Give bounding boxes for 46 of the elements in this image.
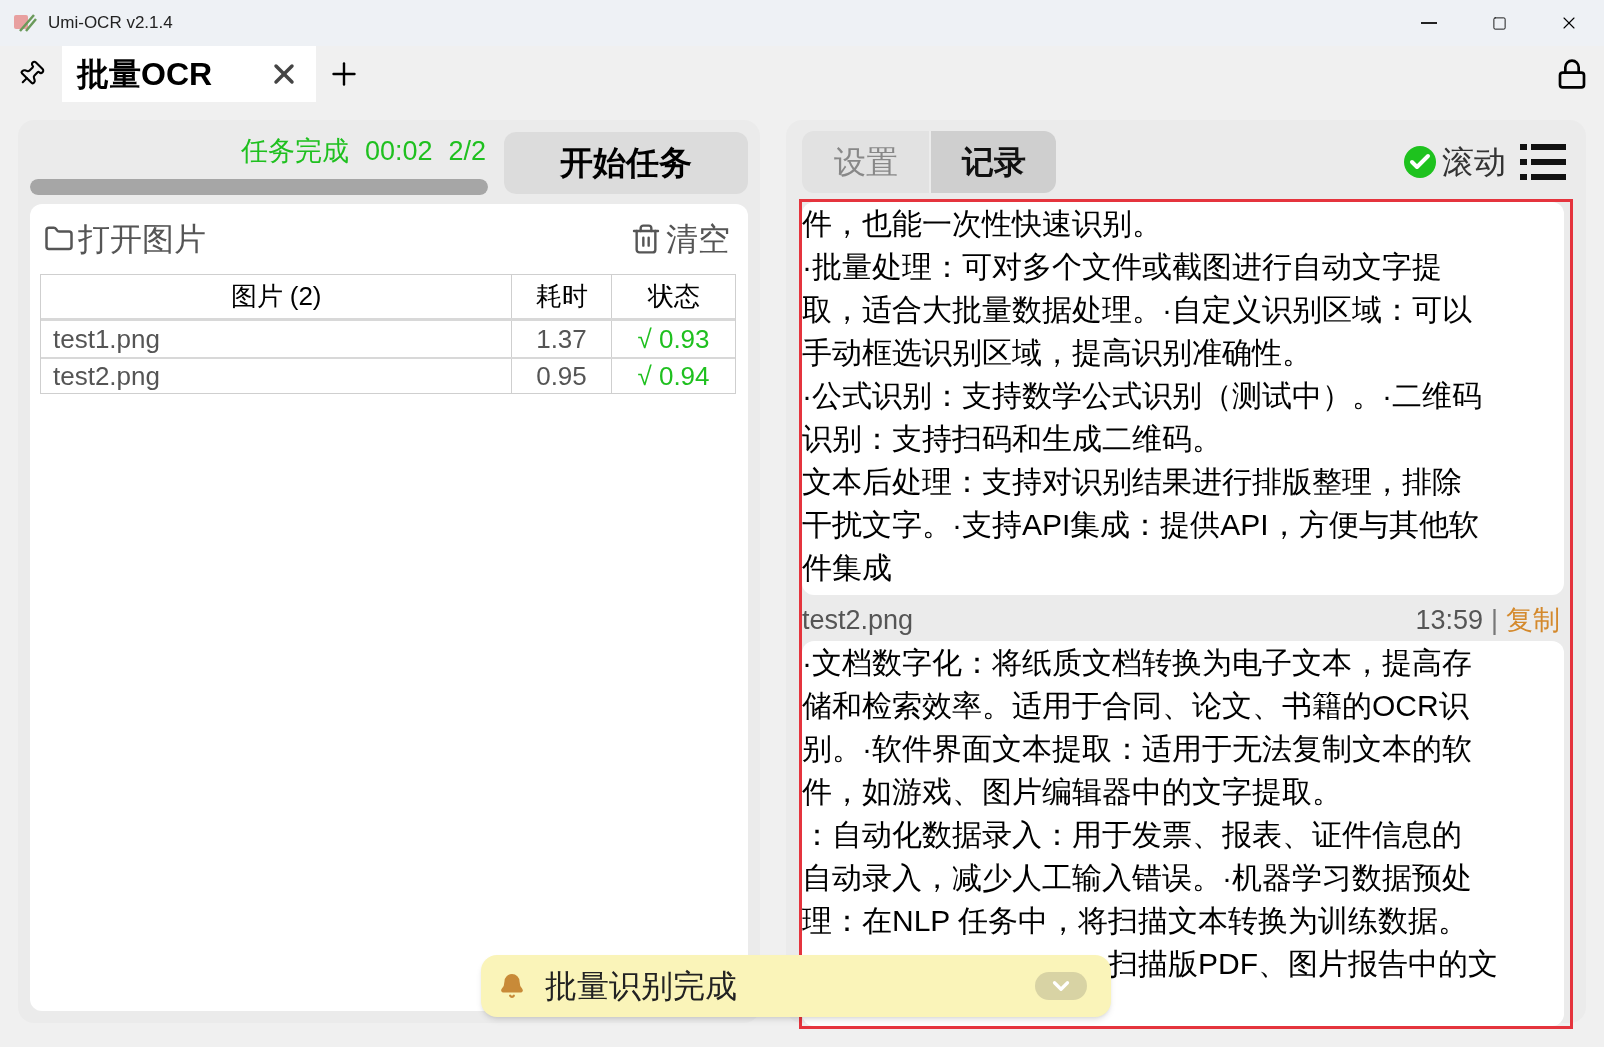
start-task-button[interactable]: 开始任务 [504, 132, 748, 194]
open-images-button[interactable]: 打开图片 [44, 215, 206, 263]
record-text-line: 干扰文字。·支持API集成：提供API，方便与其他软 [802, 507, 1480, 543]
table-cell-text: test2.png [52, 359, 161, 393]
record-text-line: 自动录入，减少人工输入错误。·机器学习数据预处 [802, 860, 1473, 896]
notification-message: 批量识别完成 [545, 967, 737, 1006]
bell-icon [499, 973, 525, 999]
window-title: Umi-OCR v2.1.4 [48, 12, 173, 35]
record-text-line: 扫描版PDF、图片报告中的文 [1108, 946, 1498, 982]
record-filename: test2.png [802, 603, 914, 637]
record-text-line: ：自动化数据录入：用于发票、报表、证件信息的 [802, 817, 1463, 853]
record-text-line: ·批量处理：可对多个文件或截图进行自动文字提 [802, 249, 1443, 285]
record-text-line: 件集成 [802, 550, 893, 586]
task-status: 任务完成 [240, 134, 349, 168]
record-text-line: 储和检索效率。适用于合同、论文、书籍的OCR识 [802, 688, 1470, 724]
record-text-line: ·文档数字化：将纸质文档转换为电子文本，提高存 [802, 645, 1473, 681]
table-cell: 1.37 [511, 321, 611, 357]
record-text-line: 识别：支持扫码和生成二维码。 [802, 421, 1223, 457]
record-text-line: 取，适合大批量数据处理。·自定义识别区域：可以 [802, 292, 1473, 328]
table-cell: √ 0.93 [611, 321, 735, 357]
record-text-line: 手动框选识别区域，提高识别准确性。 [802, 335, 1313, 371]
table-cell-text: test1.png [52, 322, 161, 356]
maximize-icon [1491, 15, 1507, 31]
menu-button[interactable] [1520, 142, 1566, 182]
table-cell: 0.95 [511, 359, 611, 393]
separator: | [1491, 603, 1498, 637]
trash-icon [630, 223, 662, 255]
task-count: 2/2 [448, 134, 486, 168]
record-text-line: 件，如游戏、图片编辑器中的文字提取。 [802, 774, 1343, 810]
record-time: 13:59 [1415, 603, 1483, 637]
column-header[interactable]: 耗时 [511, 275, 611, 318]
record-text-line: ·公式识别：支持数学公式识别（测试中）。·二维码 [802, 378, 1483, 414]
record-text-line: 件，也能一次性快速识别。 [802, 206, 1163, 242]
record-text-line: 别。·软件界面文本提取：适用于无法复制文本的软 [802, 731, 1473, 767]
record-text-line: 文本后处理：支持对识别结果进行排版整理，排除 [802, 464, 1463, 500]
panel-tab[interactable]: 记录 [929, 131, 1056, 193]
record-text-line: 理：在NLP 任务中，将扫描文本转换为训练数据。 [802, 903, 1470, 939]
minimize-icon [1421, 22, 1437, 24]
scroll-toggle[interactable]: 滚动 [1404, 138, 1506, 186]
table-cell: √ 0.94 [611, 359, 735, 393]
page-tab[interactable]: 批量OCR [62, 46, 316, 102]
lock-icon [1556, 58, 1588, 90]
clear-button[interactable]: 清空 [630, 215, 730, 263]
column-header[interactable]: 图片 (2) [41, 275, 511, 318]
elapsed-time: 00:02 [364, 134, 433, 168]
column-header[interactable]: 状态 [611, 275, 735, 318]
